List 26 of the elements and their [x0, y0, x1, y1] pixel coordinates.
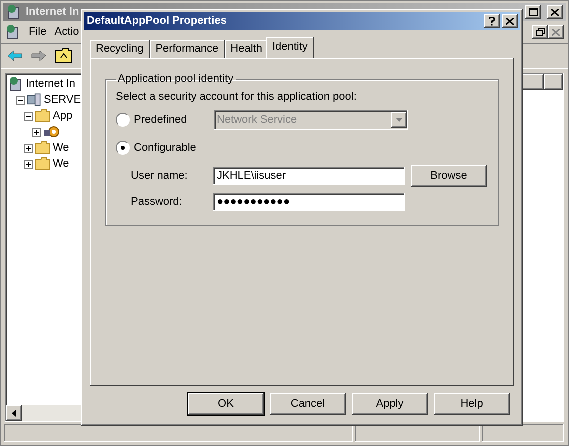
radio-label[interactable]: Configurable — [134, 142, 214, 154]
menu-item[interactable]: File — [29, 26, 47, 38]
tree-item[interactable]: Internet In — [26, 78, 76, 90]
radio-label[interactable]: Predefined — [134, 114, 214, 126]
prompt-text: Select a security account for this application pool: — [116, 91, 358, 103]
tab[interactable]: Recycling — [90, 40, 150, 58]
field-label: User name: — [131, 170, 189, 182]
tree-item[interactable]: We — [53, 142, 70, 154]
window-title: Internet In — [26, 6, 80, 18]
group-title: Application pool identity — [117, 73, 235, 85]
tab[interactable]: Performance — [150, 40, 225, 58]
browse-button[interactable]: Browse — [411, 165, 487, 187]
menu-item[interactable]: Actio — [54, 26, 80, 38]
tree-item[interactable]: SERVE — [44, 94, 82, 106]
dialog-title: DefaultAppPool Properties — [87, 15, 227, 27]
field-label: Password: — [131, 196, 184, 208]
password-field[interactable]: ●●●●●●●●●●● — [213, 193, 405, 211]
dialog-button[interactable]: Cancel — [270, 393, 346, 415]
tab[interactable]: Identity — [266, 37, 314, 58]
dialog-button[interactable]: Apply — [352, 393, 428, 415]
username-field[interactable]: JKHLE\iisuser — [213, 167, 405, 185]
tree-item[interactable]: We — [53, 158, 70, 170]
dialog-button[interactable]: OK — [188, 393, 264, 415]
dialog-button[interactable]: Help — [434, 393, 510, 415]
tab[interactable]: Health — [224, 40, 268, 58]
tree-item[interactable]: App — [53, 110, 73, 122]
